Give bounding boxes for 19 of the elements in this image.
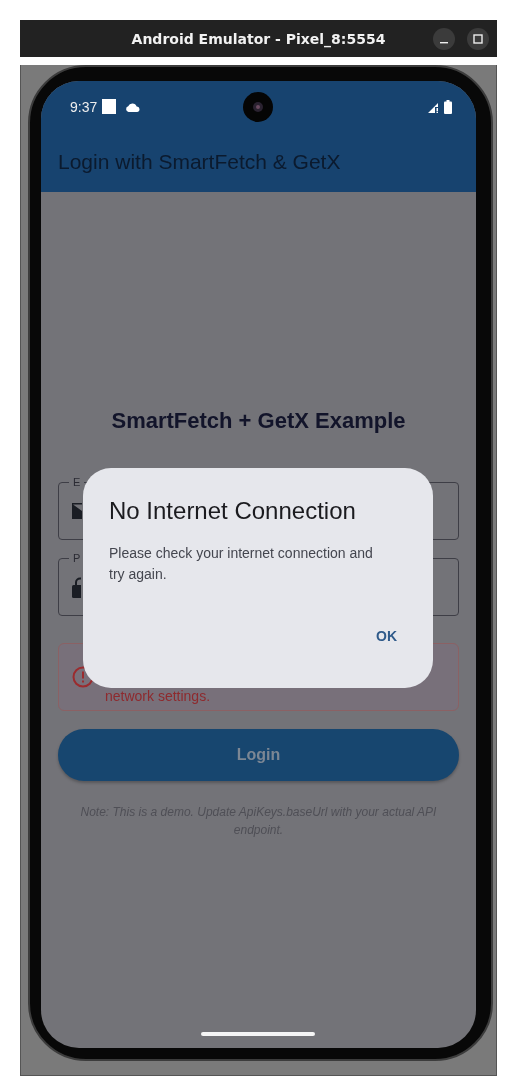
notification-icon — [102, 99, 117, 114]
ok-button[interactable]: OK — [364, 624, 409, 648]
minimize-button[interactable] — [433, 28, 455, 50]
lock-icon — [72, 576, 81, 598]
window-title: Android Emulator - Pixel_8:5554 — [131, 30, 386, 47]
dialog-title: No Internet Connection — [109, 496, 357, 526]
field-label: E — [69, 475, 85, 489]
battery-icon — [444, 99, 452, 114]
status-time: 9:37 — [70, 98, 98, 115]
page-heading: SmartFetch + GetX Example — [110, 407, 407, 435]
dialog-message: Please check your internet connection and try again. — [109, 544, 374, 584]
minimize-icon — [440, 42, 448, 44]
cloud-icon — [125, 101, 141, 112]
maximize-icon — [473, 34, 483, 44]
error-message: network settings. — [105, 688, 211, 704]
camera-icon — [243, 92, 273, 122]
app-bar-title: Login with SmartFetch & GetX — [58, 150, 341, 174]
envelope-icon — [72, 503, 82, 519]
maximize-button[interactable] — [467, 28, 489, 50]
